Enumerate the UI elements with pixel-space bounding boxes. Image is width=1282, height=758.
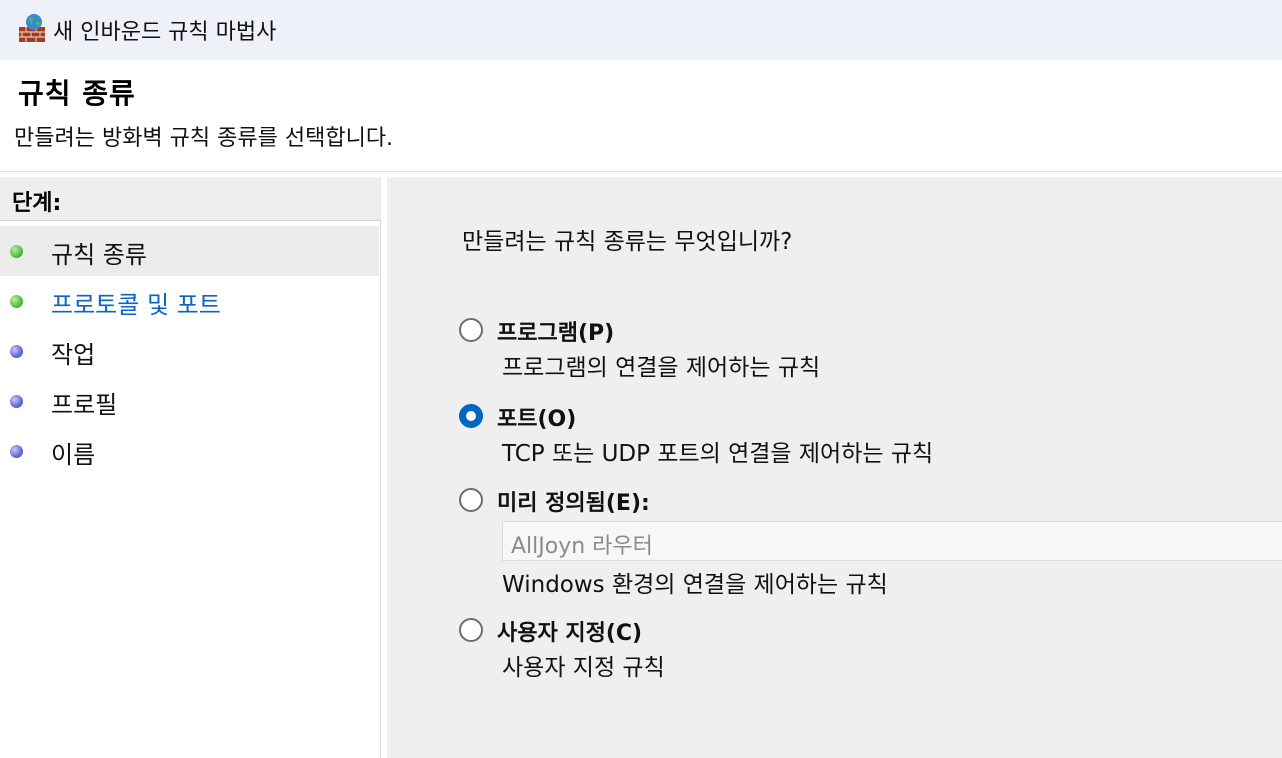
step-pending-dot-icon — [10, 345, 23, 358]
step-pending-dot-icon — [10, 445, 23, 458]
wizard-header: 규칙 종류 만들려는 방화벽 규칙 종류를 선택합니다. — [0, 60, 1282, 172]
step-label: 규칙 종류 — [51, 241, 147, 269]
predefined-radio-label[interactable]: 미리 정의됨(E): — [497, 485, 650, 517]
step-label: 작업 — [51, 341, 96, 369]
program-radio-label[interactable]: 프로그램(P) — [497, 315, 614, 347]
predefined-description: Windows 환경의 연결을 제어하는 규칙 — [502, 572, 888, 598]
custom-radio-label[interactable]: 사용자 지정(C) — [497, 615, 642, 647]
custom-radio[interactable] — [459, 618, 483, 642]
predefined-rule-value: AllJoyn 라우터 — [511, 534, 653, 559]
port-radio[interactable] — [459, 404, 483, 428]
step-label: 프로필 — [51, 391, 118, 419]
rule-type-question: 만들려는 규칙 종류는 무엇입니까? — [462, 229, 793, 255]
step-name: 이름 — [0, 426, 379, 476]
step-protocol-ports[interactable]: 프로토콜 및 포트 — [0, 276, 379, 326]
port-radio-label[interactable]: 포트(O) — [497, 401, 576, 433]
step-complete-dot-icon — [10, 295, 23, 308]
custom-description: 사용자 지정 규칙 — [502, 655, 665, 681]
port-description: TCP 또는 UDP 포트의 연결을 제어하는 규칙 — [502, 441, 934, 467]
step-action: 작업 — [0, 326, 379, 376]
step-profile: 프로필 — [0, 376, 379, 426]
firewall-globe-icon — [19, 14, 45, 42]
step-link-label[interactable]: 프로토콜 및 포트 — [51, 285, 221, 320]
page-description: 만들려는 방화벽 규칙 종류를 선택합니다. — [14, 126, 394, 151]
program-description: 프로그램의 연결을 제어하는 규칙 — [502, 355, 821, 381]
page-title: 규칙 종류 — [18, 77, 136, 110]
steps-heading-bar: 단계: — [0, 177, 381, 221]
step-complete-dot-icon — [10, 245, 23, 258]
predefined-radio[interactable] — [459, 488, 483, 512]
step-label: 이름 — [51, 441, 96, 469]
predefined-rule-dropdown[interactable]: AllJoyn 라우터 — [502, 521, 1282, 561]
title-bar: 새 인바운드 규칙 마법사 — [0, 0, 1282, 60]
window-title: 새 인바운드 규칙 마법사 — [53, 20, 277, 45]
program-radio[interactable] — [459, 318, 483, 342]
steps-panel: 단계: 규칙 종류 프로토콜 및 포트 작업 프로필 이름 — [0, 177, 381, 758]
step-pending-dot-icon — [10, 395, 23, 408]
rule-type-content: 만들려는 규칙 종류는 무엇입니까? 프로그램(P) 프로그램의 연결을 제어하… — [387, 177, 1282, 758]
steps-heading: 단계: — [12, 191, 62, 216]
step-rule-type[interactable]: 규칙 종류 — [0, 226, 379, 276]
